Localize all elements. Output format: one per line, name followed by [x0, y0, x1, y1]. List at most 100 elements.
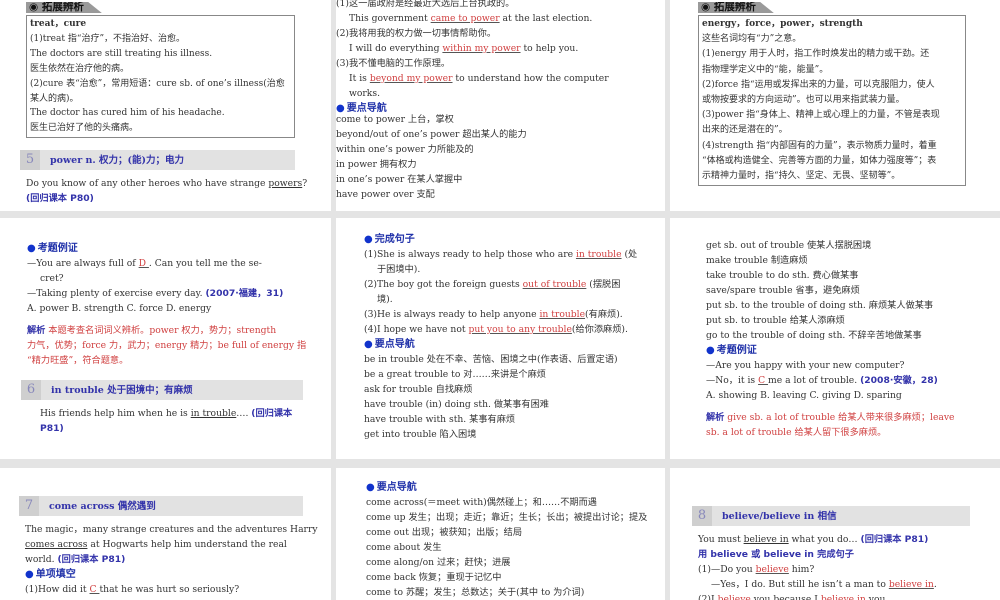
text-line: put sb. to trouble 给某人添麻烦	[706, 313, 970, 328]
answer-blank: out of trouble	[522, 279, 587, 290]
text-line: world. (回归课本 P81)	[25, 552, 303, 567]
blue-note: 用 believe 或 believe in 完成句子	[698, 549, 854, 560]
text: make trouble 制造麻烦	[706, 255, 808, 266]
blue-note: 解析	[706, 412, 725, 423]
blue-note: (回归课本	[251, 408, 293, 419]
text: cret?	[40, 273, 64, 284]
text-line: (1)—Do you believe him?	[698, 562, 970, 577]
vocab-section-header: 6 in trouble 处于困境中；有麻烦	[21, 380, 303, 400]
text: in power 拥有权力	[336, 159, 417, 170]
text: A. power B. strength C. force D. energy	[27, 303, 212, 314]
text: —No，it is	[706, 375, 759, 386]
slide-9: 8 believe/believe in 相信 You must believe i…	[670, 468, 1000, 600]
text: The magic，many strange creatures and the…	[25, 524, 318, 535]
answer-blank: believe	[717, 594, 751, 600]
text: him?	[788, 564, 815, 575]
text-block: Do you know of any other heroes who have…	[26, 176, 307, 206]
answer-blank: in trouble	[539, 309, 586, 320]
subsection-heading: 完成句子	[364, 232, 635, 247]
text: get into trouble 陷入困境	[364, 429, 477, 440]
text-block: (1)How did it C that he was hurt so seri…	[25, 582, 303, 600]
text-line: 指物理学定义中的“能，能量”。	[702, 63, 962, 78]
text: 或物按要求的方向运动”。也可以用来指武装力量。	[702, 95, 905, 106]
text: have trouble (in) doing sth. 做某事有困难	[364, 399, 549, 410]
section-number: 7	[19, 496, 39, 516]
text-line: come back 恢复；重现于记忆中	[366, 570, 635, 585]
text: You must	[698, 534, 744, 545]
text-line: (1)She is always ready to help those who…	[364, 247, 637, 262]
text-line: A. power B. strength C. force D. energy	[27, 301, 303, 316]
answer-blank: D	[138, 258, 149, 269]
blue-note: (回归课本 P80)	[26, 193, 94, 205]
text-line: come to power 上台，掌权	[336, 112, 665, 127]
text-line: get sb. out of trouble 使某人摆脱困境	[706, 238, 970, 253]
text: (1)这一届政府是经最近大选后上台执政的。	[336, 0, 515, 9]
text: come up 发生；出现；走近；靠近；生长；长出；被提出讨论；提及	[366, 512, 648, 523]
text-block: —Are you happy with your new computer? —N…	[706, 358, 970, 403]
answer-blank: C	[758, 375, 769, 386]
text-line: be in trouble 处在不幸、苦恼、困境之中(作表语、后置定语)	[364, 352, 635, 367]
text: 这些名词均有“力”之意。	[702, 34, 802, 45]
text-line: (3)power 指“身体上、精神上或心理上的力量，不管是表现	[702, 108, 962, 123]
text-line: 解析 give sb. a lot of trouble 给某人带来很多麻烦；l…	[706, 410, 970, 425]
text-line: have trouble (in) doing sth. 做某事有困难	[364, 397, 635, 412]
text: ask for trouble 自找麻烦	[364, 384, 473, 395]
text-line: —Taking plenty of exercise every day. (2…	[27, 286, 303, 301]
text-line: (2)force 指“运用或发挥出来的力量，可以克服阻力，使人	[702, 78, 962, 93]
text-line: beyond/out of one’s power 超出某人的能力	[336, 127, 665, 142]
text: —Are you happy with your new computer?	[706, 360, 905, 371]
text-line: You must believe in what you do… (回归课本 P…	[698, 532, 970, 547]
analysis-box: treat，cure (1)treat 指“治疗”，不指治好、治愈。 The doc…	[26, 15, 295, 139]
answer-blank: within my power	[442, 43, 521, 54]
text-line: His friends help him when he is in troub…	[27, 406, 303, 421]
text-line: (1)How did it C that he was hurt so seri…	[25, 582, 303, 597]
text-block: The magic，many strange creatures and the…	[25, 522, 318, 567]
text-line: have trouble with sth. 某事有麻烦	[364, 412, 635, 427]
subsection-heading: 单项填空	[25, 567, 303, 582]
slide-4: 考题例证—You are always full of D . Can you …	[0, 218, 331, 459]
text: .	[933, 579, 937, 590]
text: have power over 支配	[336, 189, 435, 200]
text: This government	[349, 13, 431, 24]
text-line: (2)cure 表“治愈”，常用短语：cure sb. of one’s ill…	[30, 77, 291, 92]
text: (2)The boy got the foreign guests	[364, 279, 523, 290]
text-line: in power 拥有权力	[336, 157, 665, 172]
text-line: —Yes，I do. But still he isn’t a man to b…	[698, 577, 970, 592]
explanation-text: 本题考查名词词义辨析。power 权力，势力；strength	[45, 325, 277, 336]
text: ….	[236, 408, 252, 419]
answer-blank: believe in	[820, 594, 866, 600]
text-line: in one’s power 在某人掌握中	[336, 172, 665, 187]
text: come back 恢复；重现于记忆中	[366, 572, 502, 583]
text-line: 力气，优势；force 力，武力；energy 精力；be full of en…	[27, 338, 306, 353]
text-line: P81)	[27, 421, 303, 436]
text: what you do…	[788, 534, 861, 545]
text-block: 解析 give sb. a lot of trouble 给某人带来很多麻烦；l…	[706, 410, 970, 440]
text-block: His friends help him when he is in troub…	[27, 406, 303, 436]
text-line: (1)energy 用于人时，指工作时焕发出的精力或干劲。还	[702, 47, 962, 62]
text: to understand how the computer	[452, 73, 609, 84]
text-line: The magic，many strange creatures and the…	[25, 522, 318, 537]
slide-5: 完成句子 (1)She is always ready to help those…	[336, 218, 665, 459]
text: 医生已治好了他的头痛病。	[30, 123, 139, 134]
text-line: 某人的病)。	[30, 92, 291, 107]
text-line: save/spare trouble 省事，避免麻烦	[706, 283, 970, 298]
text-line: get into trouble 陷入困境	[364, 427, 635, 442]
text-line: (回归课本 P80)	[26, 191, 295, 206]
text: go to the trouble of doing sth. 不辞辛苦地做某事	[706, 330, 922, 341]
text-line: 出来的还是潜在的”。	[702, 123, 962, 138]
text: 于困境中).	[377, 264, 421, 275]
text-line: (3)He is always ready to help anyone in …	[364, 307, 635, 322]
text: 某人的病)。	[30, 93, 79, 104]
blue-note: P81)	[40, 423, 64, 434]
vocab-section-header: 5 power n. 权力；(能)力；电力	[20, 150, 295, 171]
text: beyond/out of one’s power 超出某人的能力	[336, 129, 527, 140]
text-line: put sb. to the trouble of doing sth. 麻烦某…	[706, 298, 970, 313]
text: (3)power 指“身体上、精神上或心理上的力量，不管是表现	[702, 110, 940, 121]
slide-2: (1)这一届政府是经最近大选后上台执政的。 This government cam…	[336, 0, 665, 211]
text-line: This government came to power at the las…	[336, 11, 665, 26]
text: 境).	[377, 294, 393, 305]
text-line: (2)The boy got the foreign guests out of…	[364, 277, 635, 292]
text-line: 医生已治好了他的头痛病。	[30, 121, 291, 136]
